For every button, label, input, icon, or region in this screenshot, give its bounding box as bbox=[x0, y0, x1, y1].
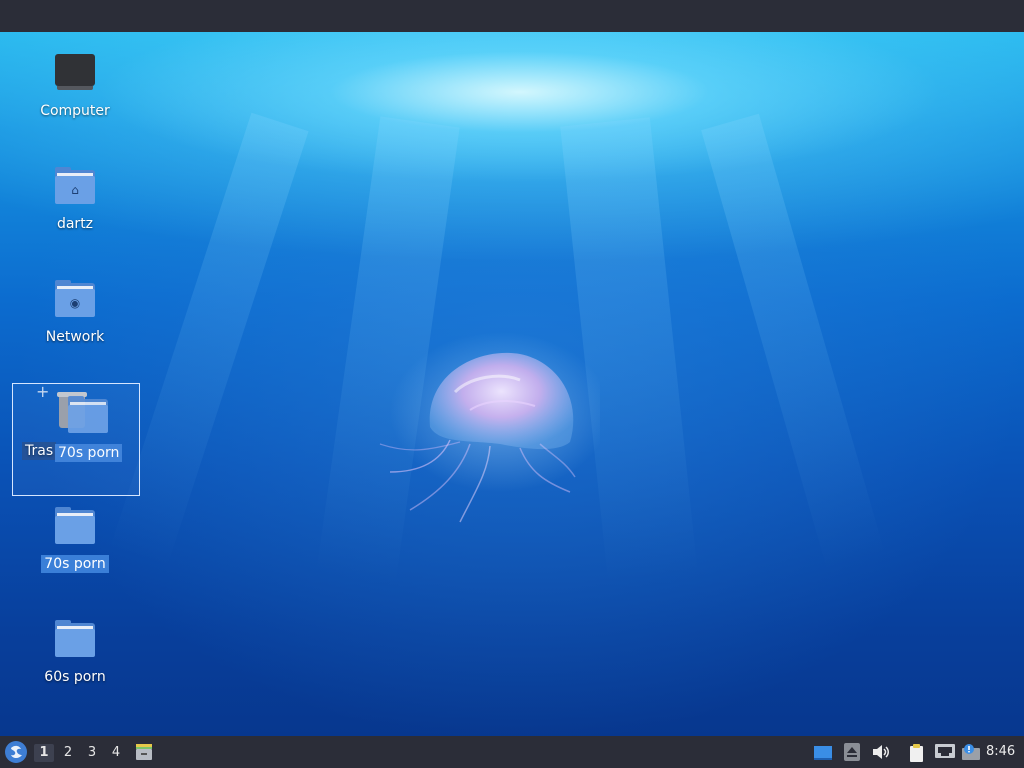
computer-icon bbox=[53, 52, 97, 96]
show-desktop-button[interactable] bbox=[813, 743, 833, 761]
desktop-icon-home[interactable]: ⌂ dartz bbox=[20, 165, 130, 233]
desktop-icon-network[interactable]: ◉ Network bbox=[20, 278, 130, 346]
desktop-icon-label: Network bbox=[45, 329, 105, 345]
light-ray bbox=[109, 112, 309, 569]
speaker-icon bbox=[873, 745, 889, 759]
home-folder-icon: ⌂ bbox=[53, 165, 97, 209]
desktop-icon-label: 60s porn bbox=[44, 669, 106, 685]
eject-button[interactable] bbox=[844, 743, 860, 761]
taskbar: 1 2 3 4 8:46 bbox=[0, 736, 1024, 768]
desktop-background[interactable]: Computer ⌂ dartz ◉ Network Tras 70s porn… bbox=[0, 32, 1024, 736]
selection-rectangle bbox=[12, 383, 140, 496]
jellyfish-image bbox=[379, 332, 600, 523]
screen: Computer ⌂ dartz ◉ Network Tras 70s porn… bbox=[0, 0, 1024, 768]
network-button[interactable] bbox=[934, 743, 956, 761]
desktop-icon bbox=[814, 746, 832, 760]
workspace-3[interactable]: 3 bbox=[82, 744, 102, 762]
network-folder-icon: ◉ bbox=[53, 278, 97, 322]
volume-button[interactable] bbox=[871, 743, 891, 761]
desktop-icon-60s-folder[interactable]: 60s porn bbox=[20, 618, 130, 686]
desktop-icon-computer[interactable]: Computer bbox=[20, 52, 130, 120]
workspace-2[interactable]: 2 bbox=[58, 744, 78, 762]
workspace-4[interactable]: 4 bbox=[106, 744, 126, 762]
clipboard-button[interactable] bbox=[907, 743, 927, 762]
eject-icon bbox=[844, 743, 860, 761]
ethernet-icon bbox=[935, 744, 955, 758]
desktop-icon-label: 70s porn bbox=[41, 555, 109, 573]
file-manager-launcher[interactable] bbox=[134, 742, 154, 762]
desktop-icon-label: Computer bbox=[40, 103, 110, 119]
top-panel bbox=[0, 0, 1024, 32]
folder-icon bbox=[53, 505, 97, 549]
app-menu-icon bbox=[11, 745, 22, 758]
drawer-icon bbox=[136, 744, 152, 760]
update-notification-icon bbox=[962, 744, 980, 760]
folder-icon bbox=[53, 618, 97, 662]
clipboard-icon bbox=[910, 744, 923, 762]
light-ray bbox=[701, 113, 886, 573]
desktop-icon-70s-folder[interactable]: 70s porn bbox=[20, 505, 130, 573]
start-menu-button[interactable] bbox=[5, 741, 27, 763]
notifications-button[interactable] bbox=[961, 743, 981, 761]
desktop-icon-label: dartz bbox=[56, 216, 94, 232]
workspace-1[interactable]: 1 bbox=[34, 744, 54, 762]
clock[interactable]: 8:46 bbox=[986, 744, 1015, 759]
